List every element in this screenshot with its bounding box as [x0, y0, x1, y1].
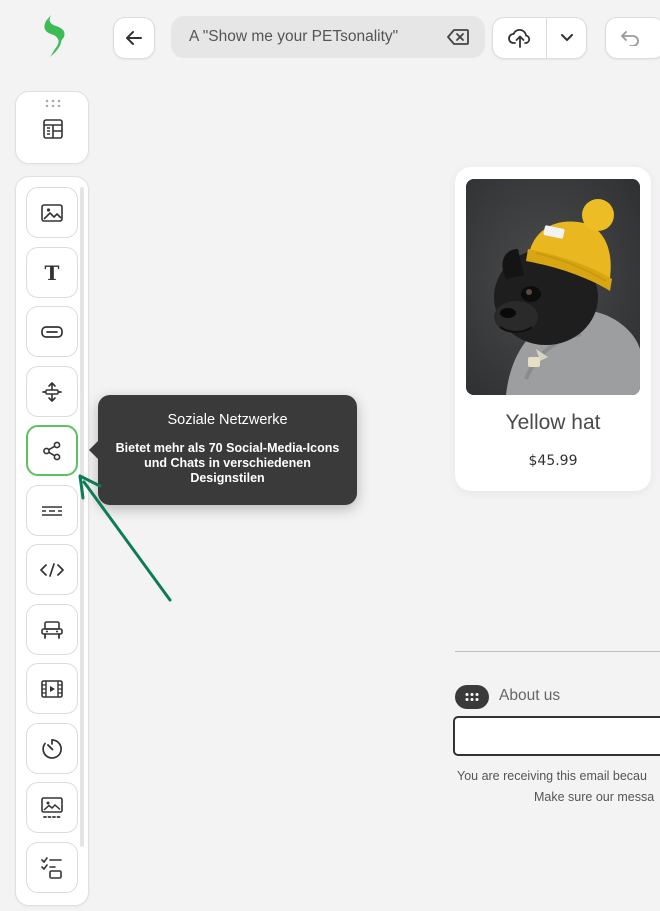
menu-block-button[interactable]: [26, 604, 78, 655]
timer-block-button[interactable]: [26, 723, 78, 774]
campaign-name-field[interactable]: A "Show me your PETsonality": [171, 16, 485, 58]
pug-in-yellow-hat-image: [466, 179, 640, 395]
share-icon: [43, 441, 61, 460]
amp-form-icon: [41, 856, 62, 879]
cloud-save-button[interactable]: [493, 18, 546, 58]
footer-notice-line-1: You are receiving this email becau: [457, 769, 647, 783]
brand-logo: [44, 15, 65, 57]
video-icon: [41, 679, 63, 698]
product-title: Yellow hat: [505, 411, 601, 434]
annotation-arrow-icon: [78, 474, 172, 602]
clear-text-icon[interactable]: [447, 29, 469, 45]
image-block-button[interactable]: [26, 187, 78, 238]
footer-notice-line-2: Make sure our messa: [534, 790, 655, 804]
text-block-button[interactable]: T: [26, 247, 78, 298]
banner-block-button[interactable]: [26, 782, 78, 833]
about-us-label: About us: [499, 687, 561, 704]
undo-icon: [621, 31, 639, 46]
structures-panel[interactable]: [15, 91, 89, 164]
amp-form-block-button[interactable]: [26, 842, 78, 893]
image-icon: [41, 203, 63, 222]
social-block-button[interactable]: [26, 425, 78, 476]
save-options-dropdown[interactable]: [546, 18, 586, 58]
cloud-upload-icon: [507, 28, 530, 48]
spacer-block-button[interactable]: [26, 366, 78, 417]
chevron-down-icon: [560, 34, 573, 41]
menu-icon: [41, 620, 63, 639]
banner-icon: [41, 796, 63, 818]
more-dots-icon: [465, 693, 479, 701]
back-button[interactable]: [113, 17, 155, 59]
button-block-button[interactable]: [26, 306, 78, 357]
block-drag-handle[interactable]: [455, 685, 489, 709]
undo-button[interactable]: [605, 17, 660, 59]
arrow-left-icon: [126, 31, 142, 45]
layout-structure-icon: [43, 119, 63, 139]
tooltip-title: Soziale Netzwerke: [167, 412, 288, 428]
button-icon: [41, 325, 63, 338]
video-block-button[interactable]: [26, 663, 78, 714]
campaign-name-value[interactable]: A "Show me your PETsonality": [189, 28, 447, 46]
text-icon: T: [44, 260, 60, 285]
divider-icon: [42, 505, 62, 516]
product-price: $45.99: [528, 453, 578, 469]
content-divider: [455, 651, 660, 652]
save-split-button[interactable]: [492, 17, 587, 59]
spacer-icon: [42, 381, 62, 402]
product-image[interactable]: [466, 179, 640, 395]
about-us-block[interactable]: [453, 716, 660, 756]
timer-icon: [42, 738, 62, 759]
html-code-icon: [40, 562, 64, 577]
product-card[interactable]: Yellow hat $45.99: [455, 167, 651, 491]
drag-grip-icon[interactable]: [45, 99, 61, 107]
